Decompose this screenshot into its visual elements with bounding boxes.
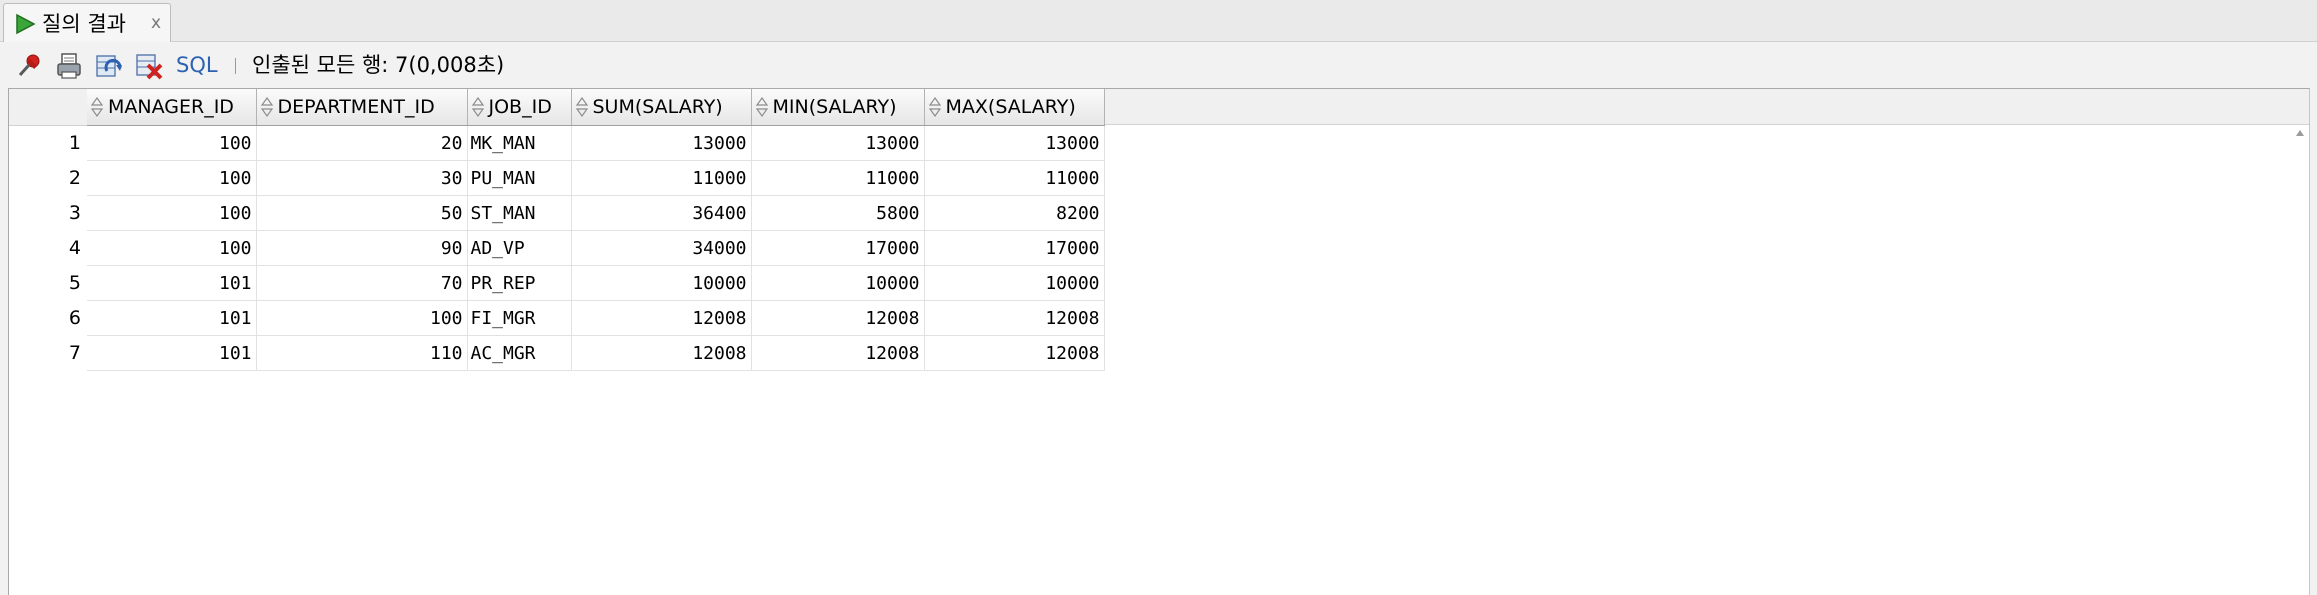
sort-icon [755, 96, 768, 118]
table-row[interactable]: 1 100 20 MK_MAN 13000 13000 13000 [9, 125, 1105, 161]
cell-min-salary[interactable]: 5800 [751, 195, 925, 231]
table-row[interactable]: 3 100 50 ST_MAN 36400 5800 8200 [9, 195, 1105, 231]
cell-department-id[interactable]: 30 [256, 160, 468, 196]
row-number[interactable]: 4 [9, 231, 87, 266]
tab-close-button[interactable]: x [151, 13, 161, 33]
row-number[interactable]: 5 [9, 266, 87, 301]
sort-icon [90, 96, 104, 118]
row-number[interactable]: 6 [9, 301, 87, 336]
row-number[interactable]: 2 [9, 161, 87, 196]
cell-sum-salary[interactable]: 36400 [571, 195, 752, 231]
cell-min-salary[interactable]: 13000 [751, 125, 925, 161]
freeze-view-button[interactable] [14, 51, 44, 81]
cell-max-salary[interactable]: 12008 [924, 300, 1105, 336]
row-number-header [9, 89, 87, 126]
row-number[interactable]: 7 [9, 336, 87, 371]
cell-manager-id[interactable]: 100 [87, 195, 257, 231]
table-row[interactable]: 2 100 30 PU_MAN 11000 11000 11000 [9, 160, 1105, 196]
cell-sum-salary[interactable]: 10000 [571, 265, 752, 301]
refresh-icon [96, 55, 122, 77]
cell-department-id[interactable]: 20 [256, 125, 468, 161]
sort-icon [928, 96, 941, 118]
toolbar-separator [235, 58, 236, 74]
pin-icon [18, 54, 40, 77]
cell-department-id[interactable]: 90 [256, 230, 468, 266]
column-header-job-id[interactable]: JOB_ID [467, 89, 572, 126]
cell-job-id[interactable]: MK_MAN [467, 125, 572, 161]
sort-icon [260, 96, 273, 118]
cell-job-id[interactable]: AC_MGR [467, 335, 572, 371]
cell-max-salary[interactable]: 13000 [924, 125, 1105, 161]
cell-job-id[interactable]: PU_MAN [467, 160, 572, 196]
result-grid[interactable]: MANAGER_ID DEPARTMENT_ID JOB_ID SUM(SALA… [8, 88, 2310, 595]
cell-sum-salary[interactable]: 34000 [571, 230, 752, 266]
column-label: MANAGER_ID [108, 96, 234, 118]
header-row: MANAGER_ID DEPARTMENT_ID JOB_ID SUM(SALA… [9, 89, 1105, 126]
cell-sum-salary[interactable]: 12008 [571, 335, 752, 371]
table-row[interactable]: 4 100 90 AD_VP 34000 17000 17000 [9, 230, 1105, 266]
column-label: SUM(SALARY) [592, 96, 723, 118]
cell-max-salary[interactable]: 10000 [924, 265, 1105, 301]
query-result-panel: 질의 결과 x SQL 인출된 모든 행: 7(0,008초) MANAGER_… [0, 0, 2317, 595]
print-button[interactable] [54, 51, 84, 81]
cell-department-id[interactable]: 50 [256, 195, 468, 231]
cell-manager-id[interactable]: 101 [87, 335, 257, 371]
sort-icon [575, 96, 588, 118]
cell-max-salary[interactable]: 17000 [924, 230, 1105, 266]
cell-department-id[interactable]: 110 [256, 335, 468, 371]
cell-min-salary[interactable]: 10000 [751, 265, 925, 301]
cell-sum-salary[interactable]: 12008 [571, 300, 752, 336]
cancel-icon [136, 54, 163, 80]
vertical-scrollbar[interactable] [2291, 125, 2309, 595]
cell-department-id[interactable]: 70 [256, 265, 468, 301]
cell-manager-id[interactable]: 100 [87, 125, 257, 161]
tab-title: 질의 결과 [42, 12, 126, 36]
cell-manager-id[interactable]: 101 [87, 300, 257, 336]
cell-max-salary[interactable]: 12008 [924, 335, 1105, 371]
row-number[interactable]: 3 [9, 196, 87, 231]
column-header-max-salary[interactable]: MAX(SALARY) [924, 89, 1105, 126]
cell-manager-id[interactable]: 100 [87, 160, 257, 196]
run-icon [16, 13, 36, 35]
table-row[interactable]: 7 101 110 AC_MGR 12008 12008 12008 [9, 335, 1105, 371]
results-toolbar: SQL 인출된 모든 행: 7(0,008초) [0, 43, 2317, 87]
sort-icon [471, 96, 484, 118]
column-label: JOB_ID [488, 96, 552, 118]
cell-min-salary[interactable]: 12008 [751, 300, 925, 336]
tab-bar: 질의 결과 x [0, 0, 2317, 42]
result-table: MANAGER_ID DEPARTMENT_ID JOB_ID SUM(SALA… [9, 89, 1105, 371]
fetch-status: 인출된 모든 행: 7(0,008초) [252, 53, 505, 77]
cell-department-id[interactable]: 100 [256, 300, 468, 336]
cell-min-salary[interactable]: 17000 [751, 230, 925, 266]
cell-manager-id[interactable]: 100 [87, 230, 257, 266]
sql-link[interactable]: SQL [176, 52, 218, 78]
cell-min-salary[interactable]: 11000 [751, 160, 925, 196]
cancel-button[interactable] [134, 51, 164, 81]
column-header-min-salary[interactable]: MIN(SALARY) [751, 89, 925, 126]
column-header-department-id[interactable]: DEPARTMENT_ID [256, 89, 468, 126]
column-label: MAX(SALARY) [945, 96, 1076, 118]
cell-job-id[interactable]: ST_MAN [467, 195, 572, 231]
cell-sum-salary[interactable]: 11000 [571, 160, 752, 196]
column-label: MIN(SALARY) [772, 96, 897, 118]
column-header-sum-salary[interactable]: SUM(SALARY) [571, 89, 752, 126]
cell-max-salary[interactable]: 8200 [924, 195, 1105, 231]
table-row[interactable]: 5 101 70 PR_REP 10000 10000 10000 [9, 265, 1105, 301]
row-number[interactable]: 1 [9, 126, 87, 161]
print-icon [57, 53, 81, 79]
cell-min-salary[interactable]: 12008 [751, 335, 925, 371]
cell-max-salary[interactable]: 11000 [924, 160, 1105, 196]
column-label: DEPARTMENT_ID [277, 96, 435, 118]
refresh-button[interactable] [94, 51, 124, 81]
cell-sum-salary[interactable]: 13000 [571, 125, 752, 161]
tab-query-result[interactable]: 질의 결과 x [3, 3, 171, 42]
table-row[interactable]: 6 101 100 FI_MGR 12008 12008 12008 [9, 300, 1105, 336]
cell-manager-id[interactable]: 101 [87, 265, 257, 301]
scroll-up-icon[interactable] [2295, 129, 2305, 137]
cell-job-id[interactable]: PR_REP [467, 265, 572, 301]
column-header-manager-id[interactable]: MANAGER_ID [87, 89, 257, 126]
cell-job-id[interactable]: FI_MGR [467, 300, 572, 336]
cell-job-id[interactable]: AD_VP [467, 230, 572, 266]
